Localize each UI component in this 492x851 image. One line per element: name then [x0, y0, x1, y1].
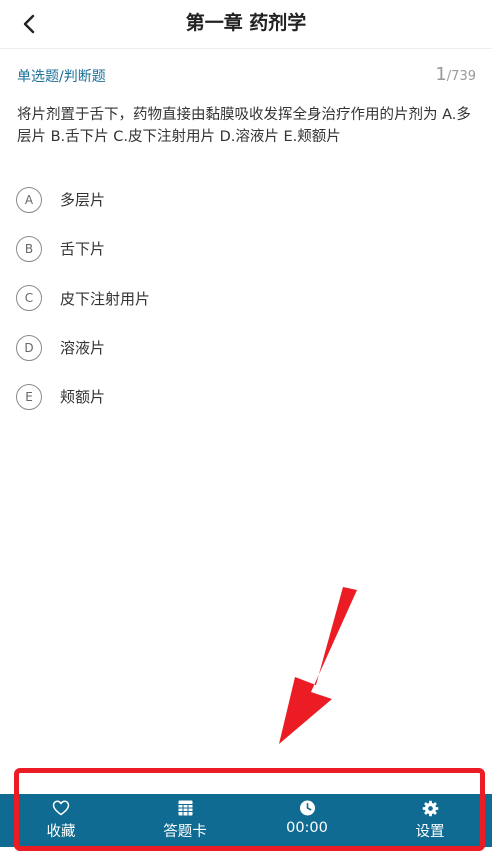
settings-label: 设置: [415, 824, 445, 840]
option-b[interactable]: B 舌下片: [16, 224, 476, 273]
grid-icon: [178, 800, 192, 816]
option-text: 皮下注射用片: [60, 289, 151, 308]
question-text: 将片剂置于舌下，药物直接由黏膜吸收发挥全身治疗作用的片剂为 A.多层片 B.舌下…: [17, 107, 471, 145]
gear-icon: [422, 800, 438, 817]
favorite-button[interactable]: 收藏: [16, 794, 106, 847]
option-letter-badge: A: [16, 186, 42, 213]
option-text: 颊额片: [60, 388, 106, 407]
option-letter-badge: B: [16, 235, 42, 262]
question-type-label: 单选题/判断题: [17, 69, 106, 85]
option-letter-badge: C: [16, 285, 42, 312]
current-question-number: 1: [435, 64, 447, 85]
heart-icon: [52, 800, 70, 816]
option-text: 溶液片: [60, 339, 106, 358]
option-letter-badge: E: [16, 383, 42, 410]
settings-button[interactable]: 设置: [385, 794, 475, 847]
header-bar: 第一章 药剂学: [0, 0, 492, 49]
total-question-count: /739: [446, 69, 476, 84]
option-text: 舌下片: [60, 240, 106, 259]
option-a[interactable]: A 多层片: [16, 175, 476, 224]
answer-card-button[interactable]: 答题卡: [140, 794, 230, 847]
timer-button[interactable]: 00:00: [262, 794, 352, 847]
option-c[interactable]: C 皮下注射用片: [16, 274, 476, 323]
clock-icon: [299, 800, 315, 816]
question-progress: 1/739: [435, 64, 476, 85]
page-title: 第一章 药剂学: [185, 12, 307, 34]
timer-label: 00:00: [286, 820, 328, 836]
bottom-toolbar: 收藏 答题卡 00:00 设置: [0, 794, 492, 847]
option-text: 多层片: [60, 191, 106, 210]
option-d[interactable]: D 溶液片: [16, 323, 476, 372]
option-letter-badge: D: [16, 334, 42, 361]
favorite-label: 收藏: [46, 824, 76, 840]
answer-card-label: 答题卡: [163, 824, 207, 840]
options-list: A 多层片 B 舌下片 C 皮下注射用片 D 溶液片 E 颊额片: [16, 175, 476, 421]
option-e[interactable]: E 颊额片: [16, 372, 476, 421]
